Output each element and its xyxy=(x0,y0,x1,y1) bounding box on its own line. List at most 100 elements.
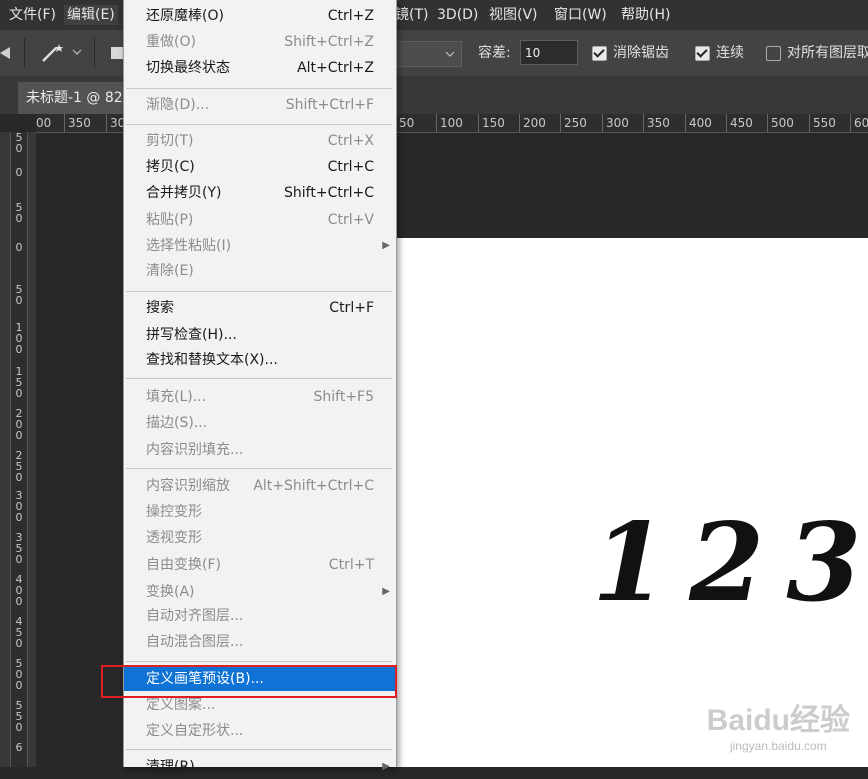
menu-item-label: 透视变形 xyxy=(146,530,202,546)
menu-item-shortcut: Ctrl+T xyxy=(328,557,374,573)
menu-item-label: 变换(A) xyxy=(146,584,195,600)
tolerance-input[interactable]: 10 xyxy=(520,40,578,65)
menu-item-label: 拼写检查(H)... xyxy=(146,327,237,343)
menu-help[interactable]: 帮助(H) xyxy=(618,5,673,25)
menu-item-define-pattern[interactable]: 定义图案... xyxy=(124,693,396,717)
ruler-label: 5 0 xyxy=(15,132,23,155)
chevron-down-icon xyxy=(445,51,455,57)
ruler-label: 150 xyxy=(482,116,505,130)
menu-separator xyxy=(126,378,392,379)
baidu-watermark: Baidu经验 jingyan.baidu.com xyxy=(707,695,850,753)
menu-filter[interactable]: 镜(T) xyxy=(392,5,431,25)
menu-item-shortcut: Shift+F5 xyxy=(313,389,374,405)
ruler-label: 4 5 0 xyxy=(15,615,23,650)
menu-window[interactable]: 窗口(W) xyxy=(551,5,610,25)
menu-item-label: 清除(E) xyxy=(146,263,194,279)
menu-item-shortcut: Ctrl+Z xyxy=(327,8,374,24)
magic-wand-icon[interactable] xyxy=(40,42,68,64)
menu-item-fill[interactable]: 填充(L)... Shift+F5 xyxy=(124,385,396,409)
menu-item-label: 剪切(T) xyxy=(146,133,194,149)
ruler-label: 450 xyxy=(730,116,753,130)
menu-item-undo[interactable]: 还原魔棒(O) Ctrl+Z xyxy=(124,4,396,28)
menu-item-redo[interactable]: 重做(O) Shift+Ctrl+Z xyxy=(124,30,396,54)
menu-item-free-transform[interactable]: 自由变换(F) Ctrl+T xyxy=(124,553,396,577)
menu-item-paste-special[interactable]: 选择性粘贴(I) ▶ xyxy=(124,234,396,258)
menu-item-content-aware-scale[interactable]: 内容识别缩放 Alt+Shift+Ctrl+C xyxy=(124,474,396,498)
divider xyxy=(94,38,95,68)
menu-item-fade[interactable]: 渐隐(D)... Shift+Ctrl+F xyxy=(124,93,396,117)
ruler-label: 500 xyxy=(771,116,794,130)
menu-item-search[interactable]: 搜索 Ctrl+F xyxy=(124,296,396,320)
menu-separator xyxy=(126,291,392,292)
menu-item-define-custom-shape[interactable]: 定义自定形状... xyxy=(124,719,396,743)
ruler-label: 5 0 0 xyxy=(15,657,23,692)
menu-item-label: 定义图案... xyxy=(146,697,216,713)
all-layers-checkbox[interactable] xyxy=(766,46,781,61)
menu-item-label: 选择性粘贴(I) xyxy=(146,238,232,254)
menu-item-shortcut: Alt+Shift+Ctrl+C xyxy=(253,478,374,494)
menu-item-define-brush-preset[interactable]: 定义画笔预设(B)... xyxy=(124,667,396,691)
menu-item-transform[interactable]: 变换(A) ▶ xyxy=(124,580,396,604)
divider xyxy=(24,38,25,68)
contiguous-checkbox[interactable] xyxy=(695,46,710,61)
ruler-label: 00 xyxy=(36,116,52,130)
menu-3d[interactable]: 3D(D) xyxy=(434,5,481,25)
arrow-icon[interactable] xyxy=(0,44,12,62)
menu-item-auto-align-layers[interactable]: 自动对齐图层... xyxy=(124,604,396,628)
menu-item-label: 操控变形 xyxy=(146,504,202,520)
contiguous-label: 连续 xyxy=(716,45,744,61)
ruler-label: 3 5 0 xyxy=(15,531,23,566)
ruler-label: 6 xyxy=(15,741,23,754)
ruler-label: 250 xyxy=(564,116,587,130)
menu-separator xyxy=(126,661,392,662)
menu-file[interactable]: 文件(F) xyxy=(6,5,59,25)
menu-separator xyxy=(126,124,392,125)
menu-item-shortcut: Shift+Ctrl+Z xyxy=(284,34,374,50)
menu-item-paste[interactable]: 粘贴(P) Ctrl+V xyxy=(124,208,396,232)
ruler-label: 1 5 0 xyxy=(15,365,23,400)
ruler-label: 350 xyxy=(68,116,91,130)
ruler-label: 0 xyxy=(15,166,23,179)
menu-item-label: 定义自定形状... xyxy=(146,723,244,739)
menu-item-check-spelling[interactable]: 拼写检查(H)... xyxy=(124,323,396,347)
watermark-url: jingyan.baidu.com xyxy=(729,739,827,753)
menu-item-clear[interactable]: 清除(E) xyxy=(124,259,396,283)
menu-item-find-replace-text[interactable]: 查找和替换文本(X)... xyxy=(124,348,396,372)
ruler-label: 200 xyxy=(523,116,546,130)
menu-item-perspective-warp[interactable]: 透视变形 xyxy=(124,526,396,550)
ruler-label: 350 xyxy=(647,116,670,130)
menu-view[interactable]: 视图(V) xyxy=(486,5,541,25)
menu-item-cut[interactable]: 剪切(T) Ctrl+X xyxy=(124,129,396,153)
document-canvas[interactable]: 123 Baidu经验 jingyan.baidu.com xyxy=(396,238,868,767)
menu-edit[interactable]: 编辑(E) xyxy=(64,5,118,25)
menu-item-copy-merged[interactable]: 合并拷贝(Y) Shift+Ctrl+C xyxy=(124,181,396,205)
menu-item-label: 自动对齐图层... xyxy=(146,608,244,624)
ruler-label: 3 0 0 xyxy=(15,489,23,524)
submenu-arrow-icon: ▶ xyxy=(382,240,390,251)
ruler-label: 100 xyxy=(440,116,463,130)
ruler-label: 2 0 0 xyxy=(15,407,23,442)
ruler-label: 1 0 0 xyxy=(15,321,23,356)
antialias-checkbox[interactable] xyxy=(592,46,607,61)
menu-item-label: 拷贝(C) xyxy=(146,159,195,175)
menu-item-content-aware-fill[interactable]: 内容识别填充... xyxy=(124,438,396,462)
menu-separator xyxy=(126,88,392,89)
new-selection-icon[interactable] xyxy=(111,47,123,59)
menu-item-label: 合并拷贝(Y) xyxy=(146,185,222,201)
ruler-label: 550 xyxy=(813,116,836,130)
menu-item-label: 描边(S)... xyxy=(146,415,208,431)
ruler-label: 2 5 0 xyxy=(15,449,23,484)
menu-separator xyxy=(126,749,392,750)
ruler-label: 400 xyxy=(689,116,712,130)
menu-item-copy[interactable]: 拷贝(C) Ctrl+C xyxy=(124,155,396,179)
menu-item-label: 清理(R) xyxy=(146,759,195,775)
menu-item-toggle-last-state[interactable]: 切换最终状态 Alt+Ctrl+Z xyxy=(124,56,396,80)
edit-menu-dropdown: 还原魔棒(O) Ctrl+Z 重做(O) Shift+Ctrl+Z 切换最终状态 Alt+… xyxy=(123,0,397,775)
menu-item-stroke[interactable]: 描边(S)... xyxy=(124,411,396,435)
menu-item-purge[interactable]: 清理(R) ▶ xyxy=(124,755,396,779)
chevron-down-icon[interactable] xyxy=(72,49,82,57)
menu-item-auto-blend-layers[interactable]: 自动混合图层... xyxy=(124,630,396,654)
sample-size-select[interactable] xyxy=(395,41,462,67)
menu-item-puppet-warp[interactable]: 操控变形 xyxy=(124,500,396,524)
menu-item-label: 内容识别填充... xyxy=(146,442,244,458)
